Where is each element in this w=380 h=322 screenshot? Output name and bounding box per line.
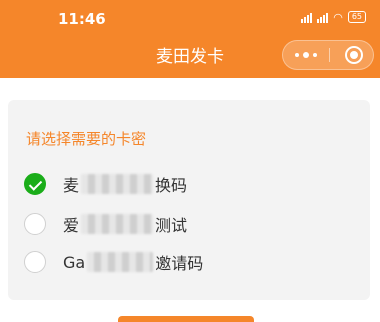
status-icons: ◠ 65 (301, 11, 366, 23)
radio-checked-icon[interactable] (24, 173, 46, 195)
redacted-text (81, 214, 154, 234)
radio-unchecked-icon[interactable] (24, 213, 46, 235)
signal-icon (301, 12, 313, 23)
battery-indicator: 65 (347, 11, 366, 23)
wifi-icon: ◠ (333, 10, 343, 24)
option-label: Ga 邀请码 (63, 250, 203, 274)
submit-button[interactable] (118, 316, 254, 322)
card-option-2[interactable]: 爱 测试 (24, 210, 354, 238)
option-suffix: 邀请码 (155, 254, 204, 273)
option-label: 爱 测试 (63, 212, 187, 236)
option-prefix: 爱 (63, 216, 80, 235)
option-prefix: Ga (63, 252, 86, 272)
signal-icon (317, 12, 329, 23)
target-close-icon[interactable] (345, 46, 363, 64)
main-content: 请选择需要的卡密 麦 换码 爱 测试 Ga 邀请码 (0, 78, 380, 322)
mini-program-capsule (282, 40, 374, 70)
more-dots-icon[interactable] (283, 41, 329, 69)
app-header: 11:46 ◠ 65 麦田发卡 (0, 0, 380, 78)
option-suffix: 换码 (155, 176, 188, 195)
card-option-1[interactable]: 麦 换码 (24, 170, 354, 198)
option-prefix: 麦 (63, 176, 80, 195)
option-label: 麦 换码 (63, 172, 187, 196)
card-option-3[interactable]: Ga 邀请码 (24, 248, 354, 276)
redacted-text (81, 174, 154, 194)
capsule-divider (329, 48, 330, 62)
radio-unchecked-icon[interactable] (24, 251, 46, 273)
option-suffix: 测试 (155, 216, 188, 235)
redacted-text (87, 252, 154, 272)
status-time: 11:46 (58, 10, 106, 28)
card-selection-panel: 请选择需要的卡密 麦 换码 爱 测试 Ga 邀请码 (8, 100, 370, 300)
card-title: 请选择需要的卡密 (26, 130, 147, 148)
